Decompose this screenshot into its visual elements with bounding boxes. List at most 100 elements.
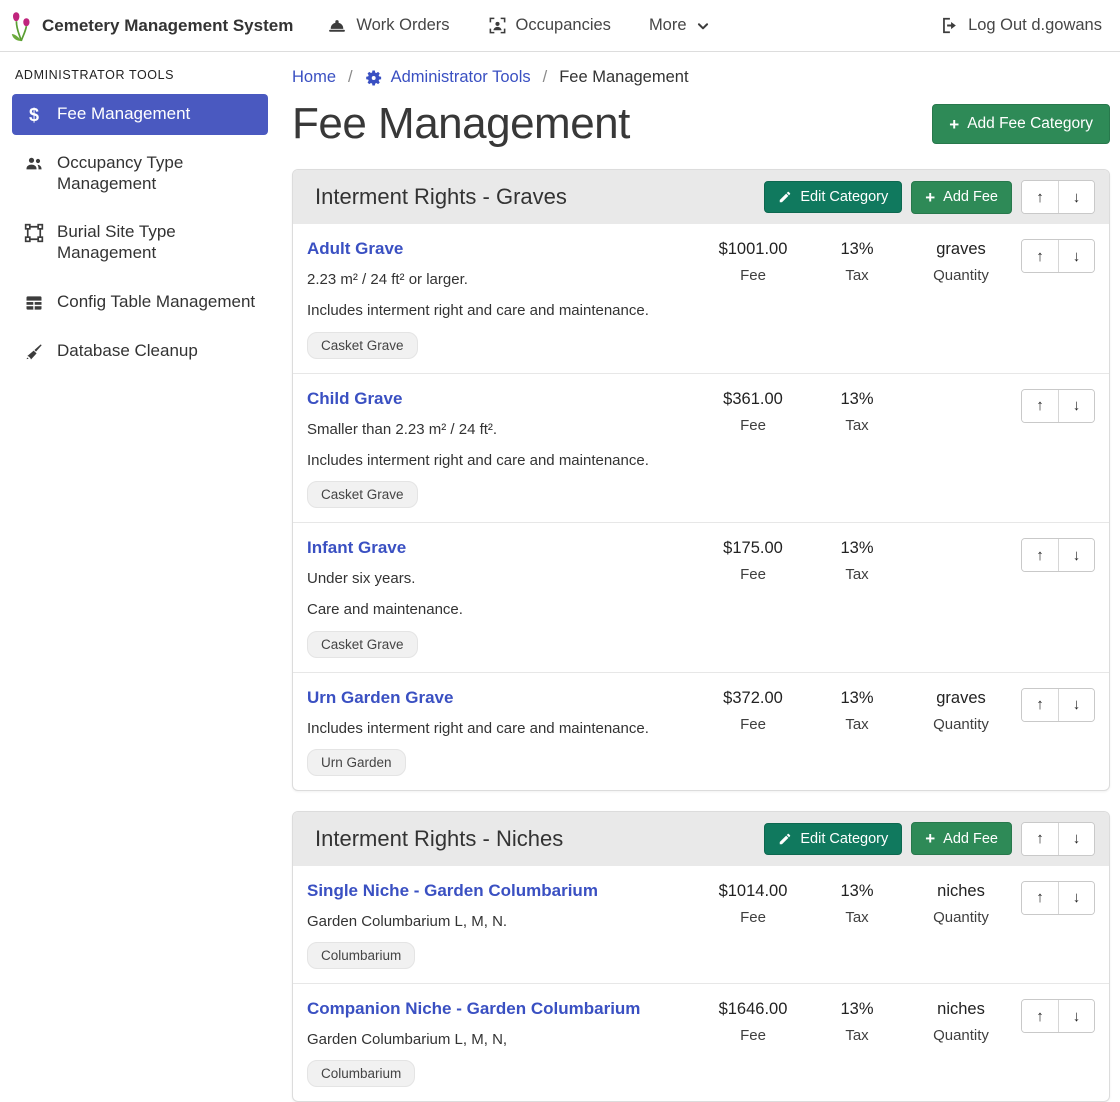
breadcrumb-separator: / xyxy=(543,68,548,87)
tax-column: 13% Tax xyxy=(805,237,909,359)
fee-name-link[interactable]: Companion Niche - Garden Columbarium xyxy=(307,999,640,1018)
category-move-up-button[interactable]: ↑ xyxy=(1022,823,1058,855)
fee-move-down-button[interactable]: ↓ xyxy=(1058,390,1094,422)
category-move-up-button[interactable]: ↑ xyxy=(1022,181,1058,213)
category-move-down-button[interactable]: ↓ xyxy=(1058,823,1094,855)
add-fee-category-button[interactable]: + Add Fee Category xyxy=(932,104,1110,144)
sidebar-item-config-table[interactable]: Config Table Management xyxy=(12,282,268,323)
sidebar: ADMINISTRATOR TOOLS $ Fee Management Occ… xyxy=(0,52,280,939)
fee-name-link[interactable]: Adult Grave xyxy=(307,239,403,258)
quantity-value: niches xyxy=(909,882,1013,901)
pencil-icon xyxy=(778,190,792,204)
sidebar-item-burial-site-type[interactable]: Burial Site Type Management xyxy=(12,212,268,273)
fee-move-up-button[interactable]: ↑ xyxy=(1022,539,1058,571)
fee-amount-column: $1001.00 Fee xyxy=(701,237,805,359)
breadcrumb-current: Fee Management xyxy=(559,68,688,87)
sidebar-heading: ADMINISTRATOR TOOLS xyxy=(15,68,268,82)
category-reorder-group: ↑ ↓ xyxy=(1021,180,1095,214)
quantity-column: niches Quantity xyxy=(909,879,1013,969)
edit-category-button[interactable]: Edit Category xyxy=(764,181,902,213)
sidebar-item-database-cleanup[interactable]: Database Cleanup xyxy=(12,331,268,372)
fee-description: Includes interment right and care and ma… xyxy=(307,719,701,739)
fee-row: Adult Grave 2.23 m² / 24 ft² or larger. … xyxy=(293,224,1109,374)
fee-type-badge: Casket Grave xyxy=(307,332,418,359)
edit-category-button[interactable]: Edit Category xyxy=(764,823,902,855)
breadcrumb-home-link[interactable]: Home xyxy=(292,68,336,87)
quantity-column: graves Quantity xyxy=(909,686,1013,776)
fee-description: Garden Columbarium L, M, N. xyxy=(307,912,701,932)
quantity-value: graves xyxy=(909,689,1013,708)
add-fee-label: Add Fee xyxy=(943,189,998,205)
fee-move-up-button[interactable]: ↑ xyxy=(1022,1000,1058,1032)
fee-description: 2.23 m² / 24 ft² or larger. xyxy=(307,270,701,290)
hard-hat-icon xyxy=(327,16,347,36)
plus-icon: + xyxy=(925,189,935,206)
fee-row: Infant Grave Under six years. Care and m… xyxy=(293,523,1109,673)
add-fee-button[interactable]: + Add Fee xyxy=(911,822,1012,855)
fee-move-up-button[interactable]: ↑ xyxy=(1022,390,1058,422)
fee-move-up-button[interactable]: ↑ xyxy=(1022,689,1058,721)
fee-reorder-group: ↑ ↓ xyxy=(1021,389,1095,423)
add-fee-button[interactable]: + Add Fee xyxy=(911,181,1012,214)
quantity-column xyxy=(909,387,1013,509)
fee-amount-column: $175.00 Fee xyxy=(701,536,805,658)
quantity-label: Quantity xyxy=(909,716,1013,733)
fee-reorder-group: ↑ ↓ xyxy=(1021,239,1095,273)
occupancy-frame-icon xyxy=(488,16,507,35)
add-fee-label: Add Fee xyxy=(943,831,998,847)
fee-category-card-niches: Interment Rights - Niches Edit Category … xyxy=(292,811,1110,1102)
quantity-value: niches xyxy=(909,1000,1013,1019)
fee-amount-label: Fee xyxy=(701,417,805,434)
fee-name-link[interactable]: Urn Garden Grave xyxy=(307,688,453,707)
logout-link[interactable]: Log Out d.gowans xyxy=(940,16,1102,35)
fee-name-link[interactable]: Infant Grave xyxy=(307,538,406,557)
breadcrumb-admin-tools-label: Administrator Tools xyxy=(391,68,531,87)
fee-move-down-button[interactable]: ↓ xyxy=(1058,689,1094,721)
fee-amount: $361.00 xyxy=(701,390,805,409)
breadcrumb: Home / Administrator Tools / Fee Managem… xyxy=(292,64,1110,89)
fee-move-up-button[interactable]: ↑ xyxy=(1022,882,1058,914)
fee-amount: $372.00 xyxy=(701,689,805,708)
nav-work-orders[interactable]: Work Orders xyxy=(327,16,449,36)
quantity-label: Quantity xyxy=(909,267,1013,284)
fee-amount-label: Fee xyxy=(701,267,805,284)
tax-value: 13% xyxy=(805,882,909,901)
tax-label: Tax xyxy=(805,267,909,284)
fee-reorder-group: ↑ ↓ xyxy=(1021,538,1095,572)
tax-value: 13% xyxy=(805,539,909,558)
fee-amount-label: Fee xyxy=(701,566,805,583)
fee-amount: $1646.00 xyxy=(701,1000,805,1019)
sidebar-item-fee-management[interactable]: $ Fee Management xyxy=(12,94,268,135)
category-title: Interment Rights - Niches xyxy=(315,826,563,852)
fee-move-down-button[interactable]: ↓ xyxy=(1058,539,1094,571)
sidebar-item-label: Fee Management xyxy=(57,104,190,125)
fee-move-down-button[interactable]: ↓ xyxy=(1058,1000,1094,1032)
edit-category-label: Edit Category xyxy=(800,189,888,205)
nav-occupancies[interactable]: Occupancies xyxy=(488,16,611,35)
category-header: Interment Rights - Niches Edit Category … xyxy=(293,812,1109,866)
fee-move-down-button[interactable]: ↓ xyxy=(1058,240,1094,272)
table-icon xyxy=(24,293,44,313)
fee-description: Garden Columbarium L, M, N, xyxy=(307,1030,701,1050)
tax-label: Tax xyxy=(805,1027,909,1044)
fee-amount-label: Fee xyxy=(701,909,805,926)
fee-row: Single Niche - Garden Columbarium Garden… xyxy=(293,866,1109,984)
broom-icon xyxy=(24,342,44,362)
category-move-down-button[interactable]: ↓ xyxy=(1058,181,1094,213)
sidebar-item-occupancy-type[interactable]: Occupancy Type Management xyxy=(12,143,268,204)
tax-column: 13% Tax xyxy=(805,879,909,969)
app-brand[interactable]: Cemetery Management System xyxy=(10,10,293,42)
fee-name-link[interactable]: Child Grave xyxy=(307,389,402,408)
breadcrumb-admin-tools-link[interactable]: Administrator Tools xyxy=(365,68,531,87)
fee-move-down-button[interactable]: ↓ xyxy=(1058,882,1094,914)
fee-amount: $175.00 xyxy=(701,539,805,558)
tax-label: Tax xyxy=(805,909,909,926)
quantity-column: niches Quantity xyxy=(909,997,1013,1087)
fee-move-up-button[interactable]: ↑ xyxy=(1022,240,1058,272)
tax-label: Tax xyxy=(805,566,909,583)
nav-more[interactable]: More xyxy=(649,16,710,35)
fee-reorder-group: ↑ ↓ xyxy=(1021,881,1095,915)
fee-type-badge: Urn Garden xyxy=(307,749,406,776)
fee-name-link[interactable]: Single Niche - Garden Columbarium xyxy=(307,881,598,900)
tax-label: Tax xyxy=(805,716,909,733)
